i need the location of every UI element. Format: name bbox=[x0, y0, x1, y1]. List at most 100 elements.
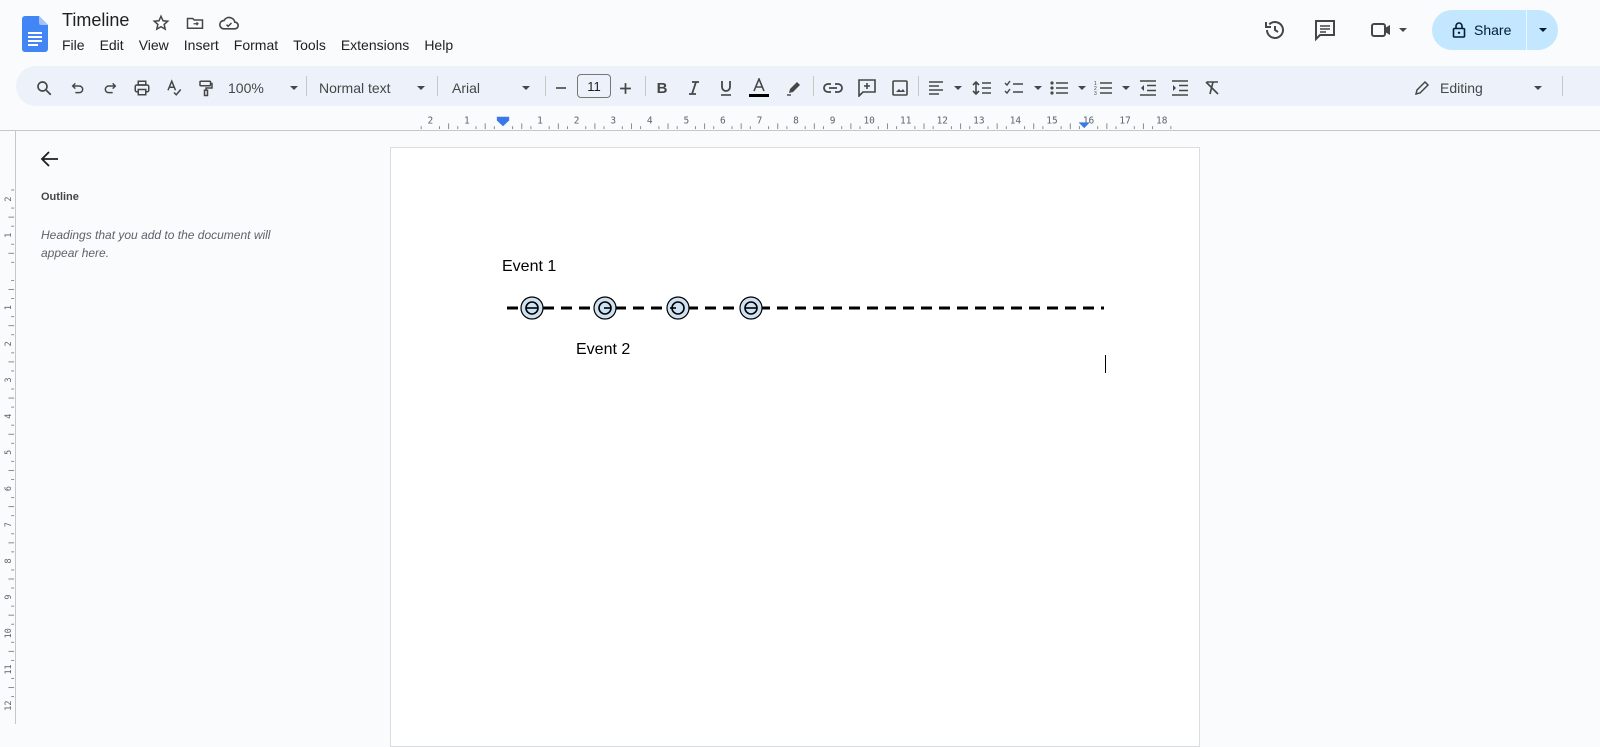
menu-help[interactable]: Help bbox=[424, 37, 460, 53]
checklist-select[interactable] bbox=[1004, 76, 1042, 100]
text-cursor bbox=[1105, 355, 1106, 373]
bulleted-list-select[interactable] bbox=[1050, 76, 1086, 100]
ruler-label: 15 bbox=[1046, 115, 1057, 126]
ruler-label: 12 bbox=[3, 701, 13, 711]
share-divider bbox=[1526, 10, 1527, 50]
docs-logo-icon[interactable] bbox=[22, 16, 48, 52]
cloud-saved-icon[interactable] bbox=[218, 12, 240, 34]
ruler-label: 2 bbox=[427, 115, 433, 126]
document-title[interactable]: Timeline bbox=[62, 10, 129, 31]
ruler-label: 12 bbox=[937, 115, 948, 126]
vertical-ruler[interactable]: 21123456789101112 bbox=[0, 131, 16, 724]
ruler-label: 1 bbox=[464, 115, 470, 126]
menu-file[interactable]: File bbox=[62, 37, 92, 53]
ruler-label: 5 bbox=[683, 115, 689, 126]
menu-tools[interactable]: Tools bbox=[293, 37, 333, 53]
menu-extensions[interactable]: Extensions bbox=[341, 37, 416, 53]
ruler-label: 6 bbox=[720, 115, 726, 126]
paragraph-style-select[interactable]: Normal text bbox=[319, 76, 425, 100]
decrease-font-size-button[interactable] bbox=[552, 76, 570, 100]
numbered-list-select[interactable]: 123 bbox=[1094, 76, 1130, 100]
chevron-down-icon bbox=[1122, 86, 1130, 90]
toolbar-divider bbox=[813, 76, 814, 96]
insert-image-icon[interactable] bbox=[889, 76, 911, 100]
font-family-select[interactable]: Arial bbox=[452, 76, 530, 100]
align-select[interactable] bbox=[928, 76, 962, 100]
share-button[interactable]: Share bbox=[1432, 10, 1526, 50]
ruler-label: 1 bbox=[3, 233, 13, 238]
font-size-input[interactable]: 11 bbox=[577, 74, 611, 98]
timeline-drawing[interactable] bbox=[500, 292, 1120, 324]
print-icon[interactable] bbox=[132, 76, 152, 100]
horizontal-ruler[interactable]: 2 1 1 2 3 4 5 6 7 8 9 10 11 12 13 14 15 16 17 18 bbox=[0, 112, 1600, 131]
timeline-marker[interactable] bbox=[739, 296, 763, 320]
chevron-down-icon bbox=[1534, 86, 1542, 90]
ruler-label: 7 bbox=[3, 522, 13, 527]
toolbar-divider bbox=[1562, 76, 1563, 96]
zoom-select[interactable]: 100% bbox=[228, 76, 298, 100]
editing-mode-select[interactable]: Editing bbox=[1414, 76, 1542, 100]
chevron-down-icon bbox=[1034, 86, 1042, 90]
ruler-label: 9 bbox=[830, 115, 836, 126]
ruler-label: 17 bbox=[1119, 115, 1130, 126]
align-left-icon bbox=[929, 81, 943, 95]
share-label: Share bbox=[1474, 22, 1512, 38]
paint-format-icon[interactable] bbox=[196, 76, 216, 100]
spellcheck-icon[interactable] bbox=[164, 76, 184, 100]
menu-edit[interactable]: Edit bbox=[100, 37, 131, 53]
version-history-icon[interactable] bbox=[1261, 16, 1289, 44]
ruler-label: 4 bbox=[3, 414, 13, 419]
event-2-label[interactable]: Event 2 bbox=[576, 341, 630, 359]
editing-mode-label: Editing bbox=[1440, 80, 1483, 96]
share-options-dropdown[interactable] bbox=[1527, 10, 1558, 50]
star-icon[interactable] bbox=[150, 12, 172, 34]
ruler-label: 8 bbox=[793, 115, 799, 126]
toolbar-divider bbox=[306, 76, 307, 96]
italic-icon[interactable] bbox=[684, 76, 704, 100]
increase-indent-icon[interactable] bbox=[1169, 76, 1191, 100]
increase-font-size-button[interactable] bbox=[616, 76, 634, 100]
ruler-label: 3 bbox=[610, 115, 616, 126]
ruler-label: 9 bbox=[3, 595, 13, 600]
left-indent-marker[interactable] bbox=[496, 116, 510, 127]
meet-video-icon[interactable] bbox=[1366, 16, 1410, 44]
font-family-value: Arial bbox=[452, 80, 481, 96]
undo-icon[interactable] bbox=[68, 76, 88, 100]
toolbar-divider bbox=[545, 76, 546, 96]
ruler-label: 7 bbox=[757, 115, 763, 126]
bold-icon[interactable]: B bbox=[652, 76, 672, 100]
outline-title: Outline bbox=[41, 191, 79, 203]
chevron-down-icon bbox=[417, 86, 425, 90]
link-icon[interactable] bbox=[822, 76, 844, 100]
toolbar-divider bbox=[645, 76, 646, 96]
outline-hint: Headings that you add to the document wi… bbox=[41, 228, 271, 260]
search-icon[interactable] bbox=[34, 76, 54, 100]
back-arrow-icon[interactable] bbox=[38, 147, 62, 171]
meet-caret-icon[interactable] bbox=[1399, 28, 1407, 32]
timeline-marker[interactable] bbox=[666, 296, 690, 320]
ruler-label: 10 bbox=[863, 115, 875, 126]
add-comment-icon[interactable] bbox=[856, 76, 878, 100]
event-1-label[interactable]: Event 1 bbox=[502, 258, 556, 276]
menu-insert[interactable]: Insert bbox=[184, 37, 226, 53]
underline-icon[interactable] bbox=[716, 76, 736, 100]
text-color-icon[interactable] bbox=[748, 76, 770, 100]
document-page[interactable] bbox=[390, 147, 1200, 747]
ruler-label: 2 bbox=[3, 196, 13, 201]
svg-text:3: 3 bbox=[1094, 91, 1097, 96]
menu-format[interactable]: Format bbox=[234, 37, 285, 53]
timeline-marker[interactable] bbox=[593, 296, 617, 320]
bulleted-list-icon bbox=[1050, 81, 1068, 95]
highlight-icon[interactable] bbox=[784, 76, 804, 100]
chevron-down-icon bbox=[1538, 28, 1547, 32]
move-to-folder-icon[interactable] bbox=[184, 12, 206, 34]
ruler-label: 4 bbox=[647, 115, 653, 126]
decrease-indent-icon[interactable] bbox=[1137, 76, 1159, 100]
clear-formatting-icon[interactable] bbox=[1201, 76, 1223, 100]
line-spacing-icon[interactable] bbox=[971, 76, 993, 100]
redo-icon[interactable] bbox=[100, 76, 120, 100]
comments-icon[interactable] bbox=[1311, 16, 1339, 44]
ruler-label: 10 bbox=[3, 628, 13, 638]
menu-view[interactable]: View bbox=[139, 37, 176, 53]
timeline-marker[interactable] bbox=[520, 296, 544, 320]
